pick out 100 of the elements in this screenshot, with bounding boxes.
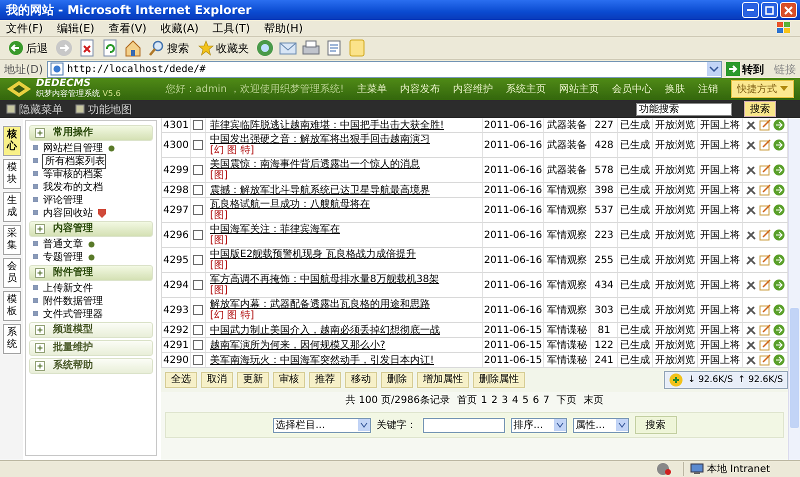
edit-icon[interactable] [759,279,771,291]
category-select[interactable]: 选择栏目... [272,418,370,432]
nav-link[interactable]: 会员中心 [612,82,652,96]
article-title-link[interactable]: 瓦良格试航一旦成功：八艘航母将在 [210,199,370,210]
section-header[interactable]: 频道模型 [29,322,153,338]
action-button[interactable]: 删除 [381,372,413,388]
article-title-link[interactable]: 中国武力制止美国介入，越南必须丢掉幻想彻底一战 [210,324,440,336]
tools-icon[interactable] [745,254,757,266]
action-button[interactable]: 取消 [201,372,233,388]
tools-icon[interactable] [745,324,757,336]
menu-item[interactable]: 编辑(E) [56,20,94,36]
search-button[interactable]: 搜索 [744,101,776,117]
search-button[interactable]: 搜索 [147,40,191,56]
edit-icon[interactable] [759,204,771,216]
nav-link[interactable]: 网站主页 [559,82,599,96]
maximize-button[interactable] [761,2,778,18]
side-tab[interactable]: 生成 [3,192,21,222]
side-tab[interactable]: 模板 [3,291,21,321]
section-header[interactable]: 附件管理 [29,265,153,281]
sidebar-link[interactable]: 文件式管理器 [42,306,104,322]
scroll-thumb[interactable] [790,308,799,428]
page-link[interactable]: 6 [532,395,540,407]
side-tab[interactable]: 核心 [3,126,21,156]
side-tab[interactable]: 会员 [3,258,21,288]
menu-item[interactable]: 文件(F) [6,20,43,36]
home-icon[interactable] [124,39,142,57]
toolbar-link[interactable]: 隐藏菜单 [6,102,63,116]
shield-icon[interactable] [97,208,107,218]
scrollbar[interactable] [788,118,800,460]
nav-link[interactable]: 注销 [698,82,718,96]
sidebar-link[interactable]: 所有档案列表 [42,154,106,168]
row-checkbox[interactable] [193,165,203,175]
row-checkbox[interactable] [193,355,203,365]
nav-link[interactable]: 内容发布 [400,82,440,96]
row-checkbox[interactable] [193,340,203,350]
row-checkbox[interactable] [193,140,203,150]
printer-icon[interactable] [302,39,320,57]
row-checkbox[interactable] [193,185,203,195]
sidebar-link[interactable]: 专题管理 [42,249,84,265]
edit-icon[interactable] [759,354,771,366]
attribute-select[interactable]: 属性... [572,418,628,432]
dot-icon[interactable] [107,144,116,152]
sidebar-link[interactable]: 评论管理 [42,192,84,208]
article-title-link[interactable]: 军方高调不再掩饰：中国航母排水量8万舰载机38架 [210,274,440,285]
action-button[interactable]: 全选 [165,372,197,388]
tools-icon[interactable] [745,184,757,196]
edit-icon[interactable] [759,324,771,336]
refresh-icon[interactable] [101,39,119,57]
page-link[interactable]: 3 [502,395,508,407]
section-header[interactable]: 内容管理 [29,221,153,237]
edit-icon[interactable] [759,139,771,151]
action-button[interactable]: 更新 [237,372,269,388]
next-page-link[interactable]: 下页 [556,395,576,407]
action-button[interactable]: 移动 [345,372,377,388]
article-title-link[interactable]: 美国震惊：南海事件背后透露出一个惊人的消息 [210,159,420,170]
row-checkbox[interactable] [193,255,203,265]
action-button[interactable]: 审核 [273,372,305,388]
article-title-link[interactable]: 震撼：解放军北斗导航系统已达卫星导航最高境界 [210,184,430,196]
dot-icon[interactable] [87,240,96,248]
edit-icon[interactable] [759,119,771,131]
sidebar-link[interactable]: 附件数据管理 [42,293,104,309]
article-title-link[interactable]: 中国海军关注：菲律宾海军在 [210,224,340,235]
go-button[interactable]: 转到 [726,62,764,76]
nav-link[interactable]: 内容维护 [453,82,493,96]
side-tab[interactable]: 采集 [3,225,21,255]
function-search-field[interactable]: 功能搜索 [636,102,732,116]
article-title-link[interactable]: 菲律宾临阵脱逃让越南难堪：中国把手出击大获全胜! [210,120,444,130]
dropdown-icon[interactable] [707,62,721,76]
row-checkbox[interactable] [193,120,203,130]
row-checkbox[interactable] [193,230,203,240]
article-title-link[interactable]: 越南军演所为何来，因何规模又那么小? [210,340,386,350]
section-header[interactable]: 批量维护 [29,340,153,356]
article-title-link[interactable]: 中国版E2舰载预警机现身 瓦良格战力成倍提升 [210,249,416,260]
tools-icon[interactable] [745,279,757,291]
sidebar-link[interactable]: 普通文章 [42,236,84,252]
keyword-field[interactable] [422,418,504,432]
tools-icon[interactable] [745,354,757,366]
edit-icon[interactable] [759,164,771,176]
sidebar-link[interactable]: 我发布的文档 [42,179,104,195]
favorites-button[interactable]: 收藏夹 [196,40,251,56]
row-checkbox[interactable] [193,205,203,215]
edit-icon[interactable] [759,254,771,266]
nav-link[interactable]: 主菜单 [357,82,387,96]
stop-icon[interactable] [78,39,96,57]
close-button[interactable] [780,2,797,18]
menu-item[interactable]: 帮助(H) [264,20,303,36]
plus-icon[interactable] [668,373,683,387]
minimize-button[interactable] [742,2,759,18]
menu-item[interactable]: 收藏(A) [160,20,199,36]
action-button[interactable]: 增加属性 [417,372,469,388]
tools-icon[interactable] [745,339,757,351]
search-button[interactable]: 搜索 [634,416,676,434]
edit-icon[interactable] [759,229,771,241]
tools-icon[interactable] [745,229,757,241]
sidebar-link[interactable]: 等审核的档案 [42,166,104,182]
row-checkbox[interactable] [193,325,203,335]
sidebar-link[interactable]: 内容回收站 [42,205,94,221]
sidebar-link[interactable]: 上传新文件 [42,280,94,296]
tools-icon[interactable] [745,164,757,176]
menu-item[interactable]: 工具(T) [212,20,250,36]
